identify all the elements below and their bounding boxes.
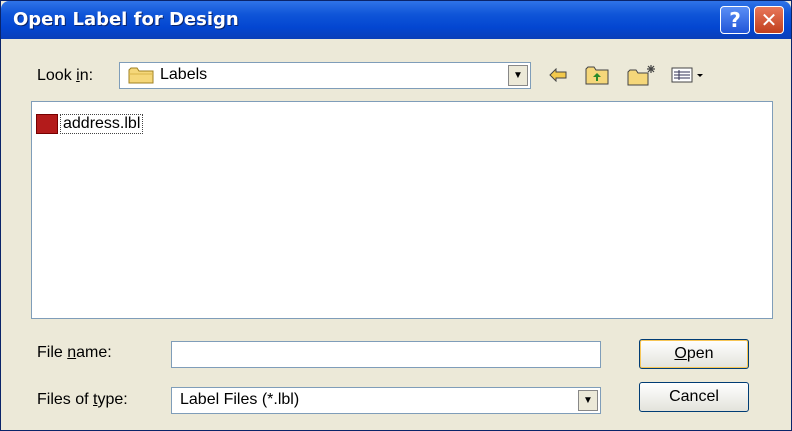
help-button[interactable]: ? xyxy=(720,6,750,34)
look-in-value: Labels xyxy=(160,66,208,83)
back-button[interactable] xyxy=(546,63,570,87)
open-button[interactable]: Open xyxy=(639,339,749,369)
dialog-title: Open Label for Design xyxy=(13,9,239,30)
look-in-dropdown[interactable]: Labels ▼ xyxy=(119,62,531,89)
close-button[interactable]: ✕ xyxy=(754,6,784,34)
view-menu-button[interactable] xyxy=(669,63,709,87)
close-icon: ✕ xyxy=(760,8,778,32)
file-list[interactable]: address.lbl xyxy=(31,101,773,319)
list-item[interactable]: address.lbl xyxy=(36,114,144,134)
back-arrow-icon xyxy=(549,68,567,82)
chevron-down-icon: ▼ xyxy=(583,395,593,406)
up-one-level-icon xyxy=(585,66,609,85)
open-label-dialog: Open Label for Design ? ✕ Look in: Label… xyxy=(0,0,792,431)
file-name-field[interactable] xyxy=(171,341,601,368)
label-file-icon xyxy=(36,114,58,134)
look-in-dropdown-arrow[interactable]: ▼ xyxy=(508,65,528,86)
files-of-type-label: Files of type: xyxy=(37,391,128,408)
cancel-button[interactable]: Cancel xyxy=(639,382,749,412)
create-new-folder-button[interactable] xyxy=(626,63,658,87)
chevron-down-icon: ▼ xyxy=(513,70,523,81)
files-of-type-value: Label Files (*.lbl) xyxy=(180,391,300,408)
folder-icon xyxy=(128,67,154,84)
view-menu-icon xyxy=(671,67,703,83)
file-name: address.lbl xyxy=(60,114,144,134)
file-name-label: File name: xyxy=(37,344,112,361)
up-one-level-button[interactable] xyxy=(583,63,611,87)
look-in-label: Look in: xyxy=(37,67,94,84)
help-icon: ? xyxy=(729,8,741,32)
files-of-type-dropdown[interactable]: Label Files (*.lbl) ▼ xyxy=(171,387,601,414)
title-bar[interactable]: Open Label for Design ? ✕ xyxy=(1,1,791,39)
new-folder-icon xyxy=(627,65,655,86)
files-of-type-dropdown-arrow[interactable]: ▼ xyxy=(578,390,598,411)
